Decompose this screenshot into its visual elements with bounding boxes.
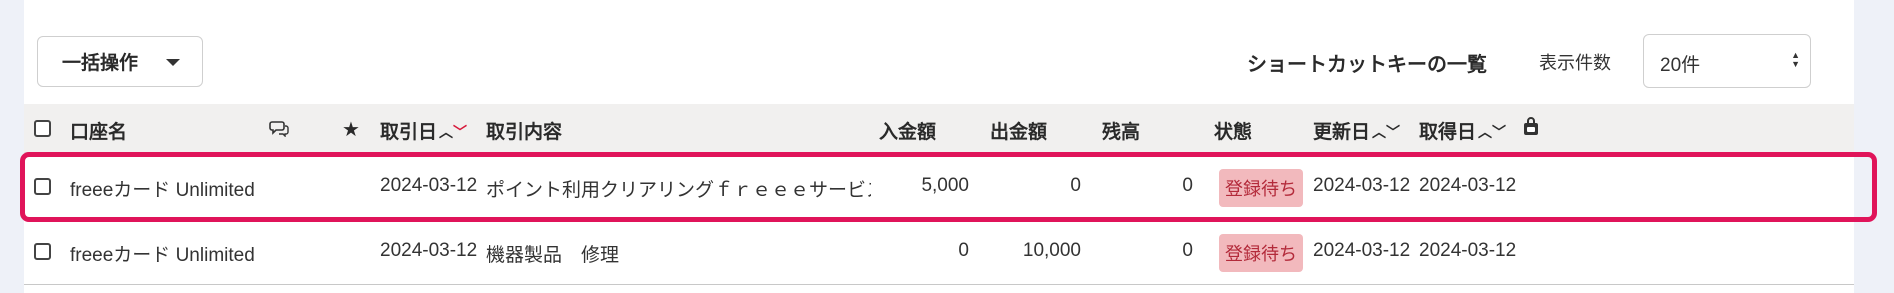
column-header-balance[interactable]: 残高 <box>1102 117 1140 144</box>
deposit-amount: 5,000 <box>921 175 969 196</box>
column-header-date[interactable]: 取引日 ︿﹀ <box>380 117 467 144</box>
table-header: 口座名 ★ 取引日 ︿﹀ 取引内容 入金額 出金額 残高 状態 更新日 ︿﹀ 取得日… <box>24 104 1854 153</box>
table-row[interactable]: freeeカード Unlimited 2024-03-12 機器製品 修理 0 … <box>24 220 1854 285</box>
attachment-icon[interactable] <box>1522 117 1540 142</box>
table-row[interactable]: freeeカード Unlimited 2024-03-12 ポイント利用クリアリ… <box>24 155 1854 219</box>
shortcut-list-link[interactable]: ショートカットキーの一覧 <box>1247 48 1487 77</box>
sort-asc-icon[interactable]: ︿ <box>439 124 453 140</box>
balance-amount: 0 <box>1182 175 1193 196</box>
status-badge: 登録待ち <box>1219 169 1303 207</box>
per-page-value: 20件 <box>1660 55 1701 76</box>
acquired-date: 2024-03-12 <box>1419 240 1517 261</box>
account-name: freeeカード Unlimited <box>70 245 255 266</box>
comment-icon[interactable] <box>269 119 289 142</box>
sort-asc-icon[interactable]: ︿ <box>1478 124 1492 140</box>
sort-desc-icon[interactable]: ﹀ <box>1492 124 1506 140</box>
withdrawal-amount: 0 <box>1070 175 1081 196</box>
updated-date: 2024-03-12 <box>1313 175 1411 196</box>
per-page-label: 表示件数 <box>1539 53 1611 73</box>
column-header-acquired[interactable]: 取得日 ︿﹀ <box>1419 117 1506 144</box>
column-header-account[interactable]: 口座名 <box>70 117 127 144</box>
caret-down-icon <box>166 59 180 66</box>
deposit-amount: 0 <box>958 240 969 261</box>
per-page-select[interactable]: 20件 ▲ ▼ <box>1643 34 1811 88</box>
row-checkbox[interactable] <box>34 178 51 195</box>
acquired-date: 2024-03-12 <box>1419 175 1517 196</box>
sort-desc-icon[interactable]: ﹀ <box>1386 124 1400 140</box>
column-header-deposit[interactable]: 入金額 <box>879 117 936 144</box>
column-header-date-label: 取引日 <box>380 122 438 143</box>
balance-amount: 0 <box>1182 240 1193 261</box>
withdrawal-amount: 10,000 <box>1022 240 1081 261</box>
updated-date: 2024-03-12 <box>1313 240 1411 261</box>
select-all-checkbox[interactable] <box>34 120 51 137</box>
transaction-date: 2024-03-12 <box>380 240 478 261</box>
column-header-description[interactable]: 取引内容 <box>486 117 562 144</box>
column-header-status[interactable]: 状態 <box>1214 117 1252 144</box>
transaction-date: 2024-03-12 <box>380 175 478 196</box>
column-header-updated[interactable]: 更新日 ︿﹀ <box>1313 117 1400 144</box>
transaction-description: 機器製品 修理 <box>486 245 620 266</box>
bulk-action-button[interactable]: 一括操作 <box>37 36 203 87</box>
sort-desc-icon[interactable]: ﹀ <box>453 124 467 140</box>
account-name: freeeカード Unlimited <box>70 180 255 201</box>
star-icon[interactable]: ★ <box>342 117 360 142</box>
column-header-updated-label: 更新日 <box>1313 122 1371 143</box>
bulk-action-label: 一括操作 <box>62 53 139 74</box>
status-badge: 登録待ち <box>1219 234 1303 272</box>
row-checkbox[interactable] <box>34 243 51 260</box>
sort-asc-icon[interactable]: ︿ <box>1372 124 1386 140</box>
column-header-withdrawal[interactable]: 出金額 <box>990 117 1047 144</box>
select-arrows-icon: ▲ ▼ <box>1791 50 1800 69</box>
transaction-description: ポイント利用クリアリングｆｒｅｅｅサービス利… <box>486 180 871 201</box>
column-header-acquired-label: 取得日 <box>1419 122 1477 143</box>
